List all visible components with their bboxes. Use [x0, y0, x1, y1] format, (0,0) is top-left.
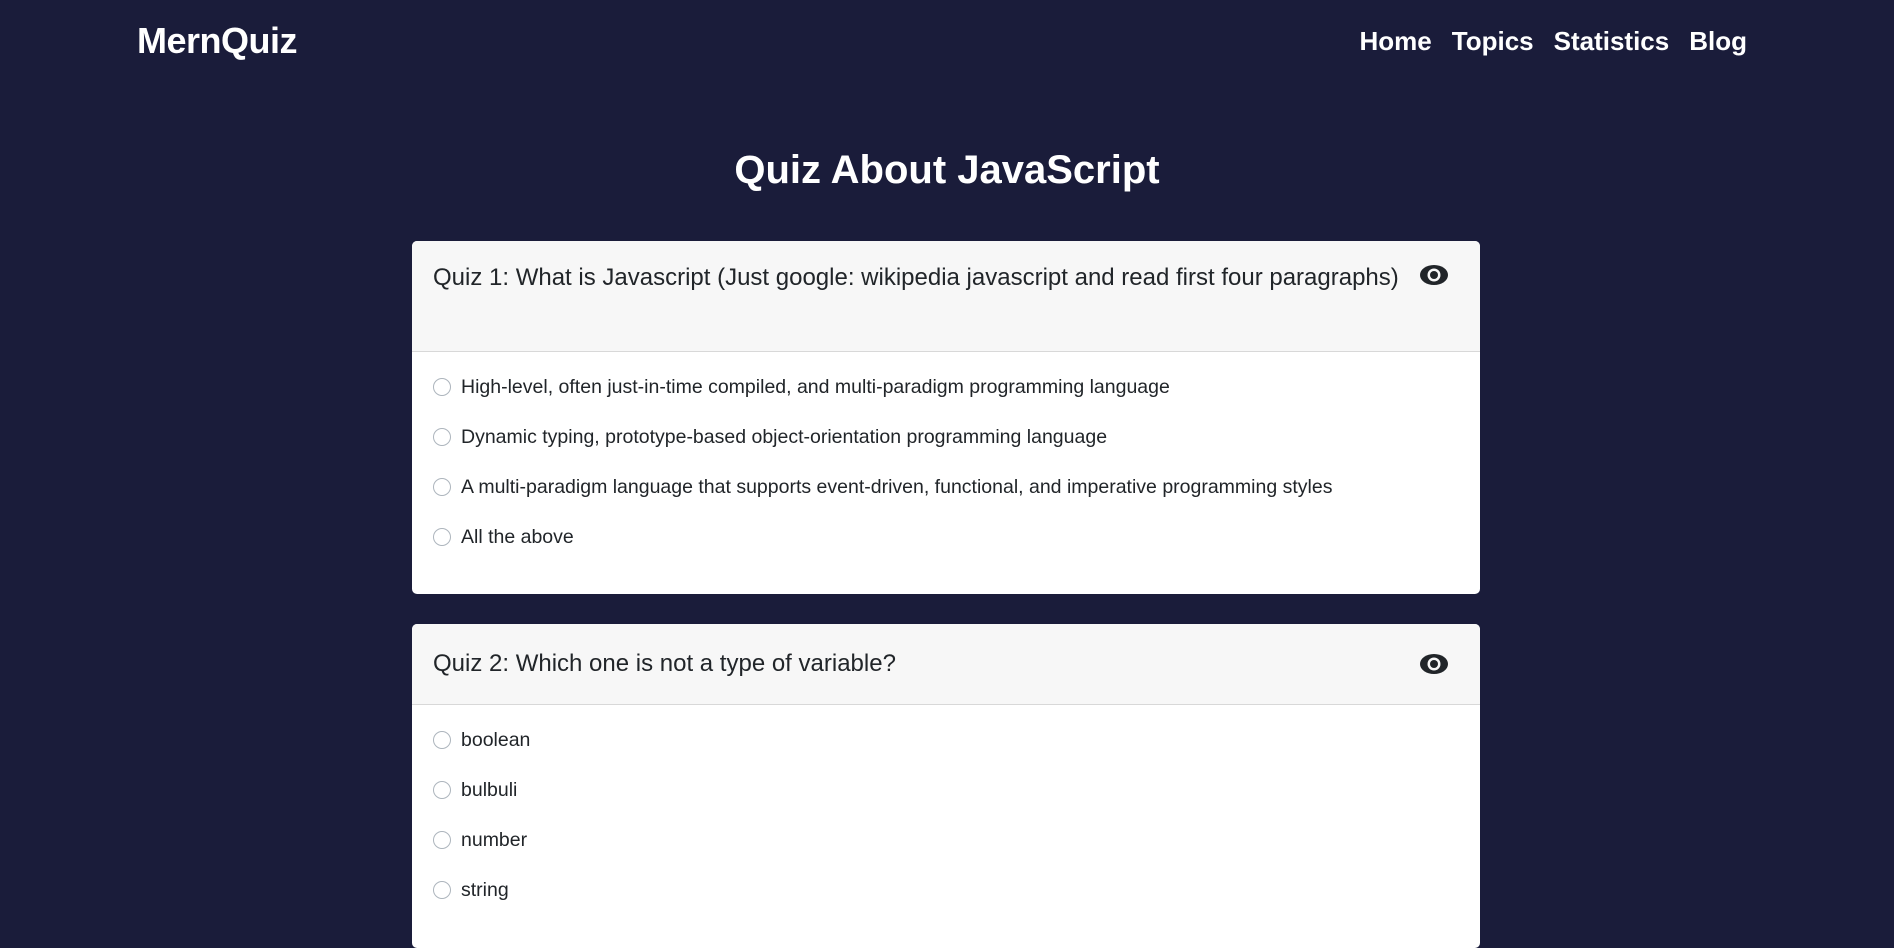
- option-item[interactable]: A multi-paradigm language that supports …: [433, 473, 1459, 501]
- option-label: boolean: [461, 728, 531, 751]
- radio-button[interactable]: [433, 731, 451, 749]
- radio-button[interactable]: [433, 881, 451, 899]
- radio-button[interactable]: [433, 831, 451, 849]
- page-title: Quiz About JavaScript: [734, 148, 1160, 192]
- brand-logo[interactable]: MernQuiz: [137, 20, 298, 62]
- option-label: number: [461, 828, 528, 851]
- option-label: All the above: [461, 525, 574, 548]
- option-item[interactable]: High-level, often just-in-time compiled,…: [433, 373, 1459, 401]
- option-item[interactable]: bulbuli: [433, 776, 1459, 804]
- quiz-card: Quiz 1: What is Javascript (Just google:…: [412, 241, 1480, 594]
- nav-link-statistics[interactable]: Statistics: [1554, 26, 1670, 57]
- options-list: boolean bulbuli number string: [412, 705, 1480, 948]
- radio-button[interactable]: [433, 528, 451, 546]
- navbar: MernQuiz Home Topics Statistics Blog: [0, 0, 1894, 84]
- option-item[interactable]: number: [433, 826, 1459, 854]
- option-item[interactable]: Dynamic typing, prototype-based object-o…: [433, 423, 1459, 451]
- radio-button[interactable]: [433, 781, 451, 799]
- option-label: High-level, often just-in-time compiled,…: [461, 375, 1170, 398]
- eye-icon[interactable]: [1418, 652, 1450, 676]
- option-item[interactable]: All the above: [433, 523, 1459, 551]
- radio-button[interactable]: [433, 478, 451, 496]
- nav-link-blog[interactable]: Blog: [1689, 26, 1747, 57]
- quiz-header: Quiz 2: Which one is not a type of varia…: [412, 624, 1480, 705]
- quiz-question: Quiz 1: What is Javascript (Just google:…: [433, 264, 1399, 291]
- quiz-card: Quiz 2: Which one is not a type of varia…: [412, 624, 1480, 948]
- nav-link-topics[interactable]: Topics: [1452, 26, 1534, 57]
- nav-link-home[interactable]: Home: [1360, 26, 1432, 57]
- option-label: bulbuli: [461, 778, 518, 801]
- eye-icon[interactable]: [1418, 263, 1450, 287]
- quiz-header: Quiz 1: What is Javascript (Just google:…: [412, 241, 1480, 352]
- radio-button[interactable]: [433, 378, 451, 396]
- option-label: string: [461, 878, 509, 901]
- option-item[interactable]: string: [433, 876, 1459, 904]
- option-label: A multi-paradigm language that supports …: [461, 475, 1333, 498]
- quiz-question: Quiz 2: Which one is not a type of varia…: [433, 650, 896, 677]
- option-label: Dynamic typing, prototype-based object-o…: [461, 425, 1108, 448]
- option-item[interactable]: boolean: [433, 726, 1459, 754]
- radio-button[interactable]: [433, 428, 451, 446]
- nav-links: Home Topics Statistics Blog: [1360, 26, 1747, 57]
- options-list: High-level, often just-in-time compiled,…: [412, 352, 1480, 594]
